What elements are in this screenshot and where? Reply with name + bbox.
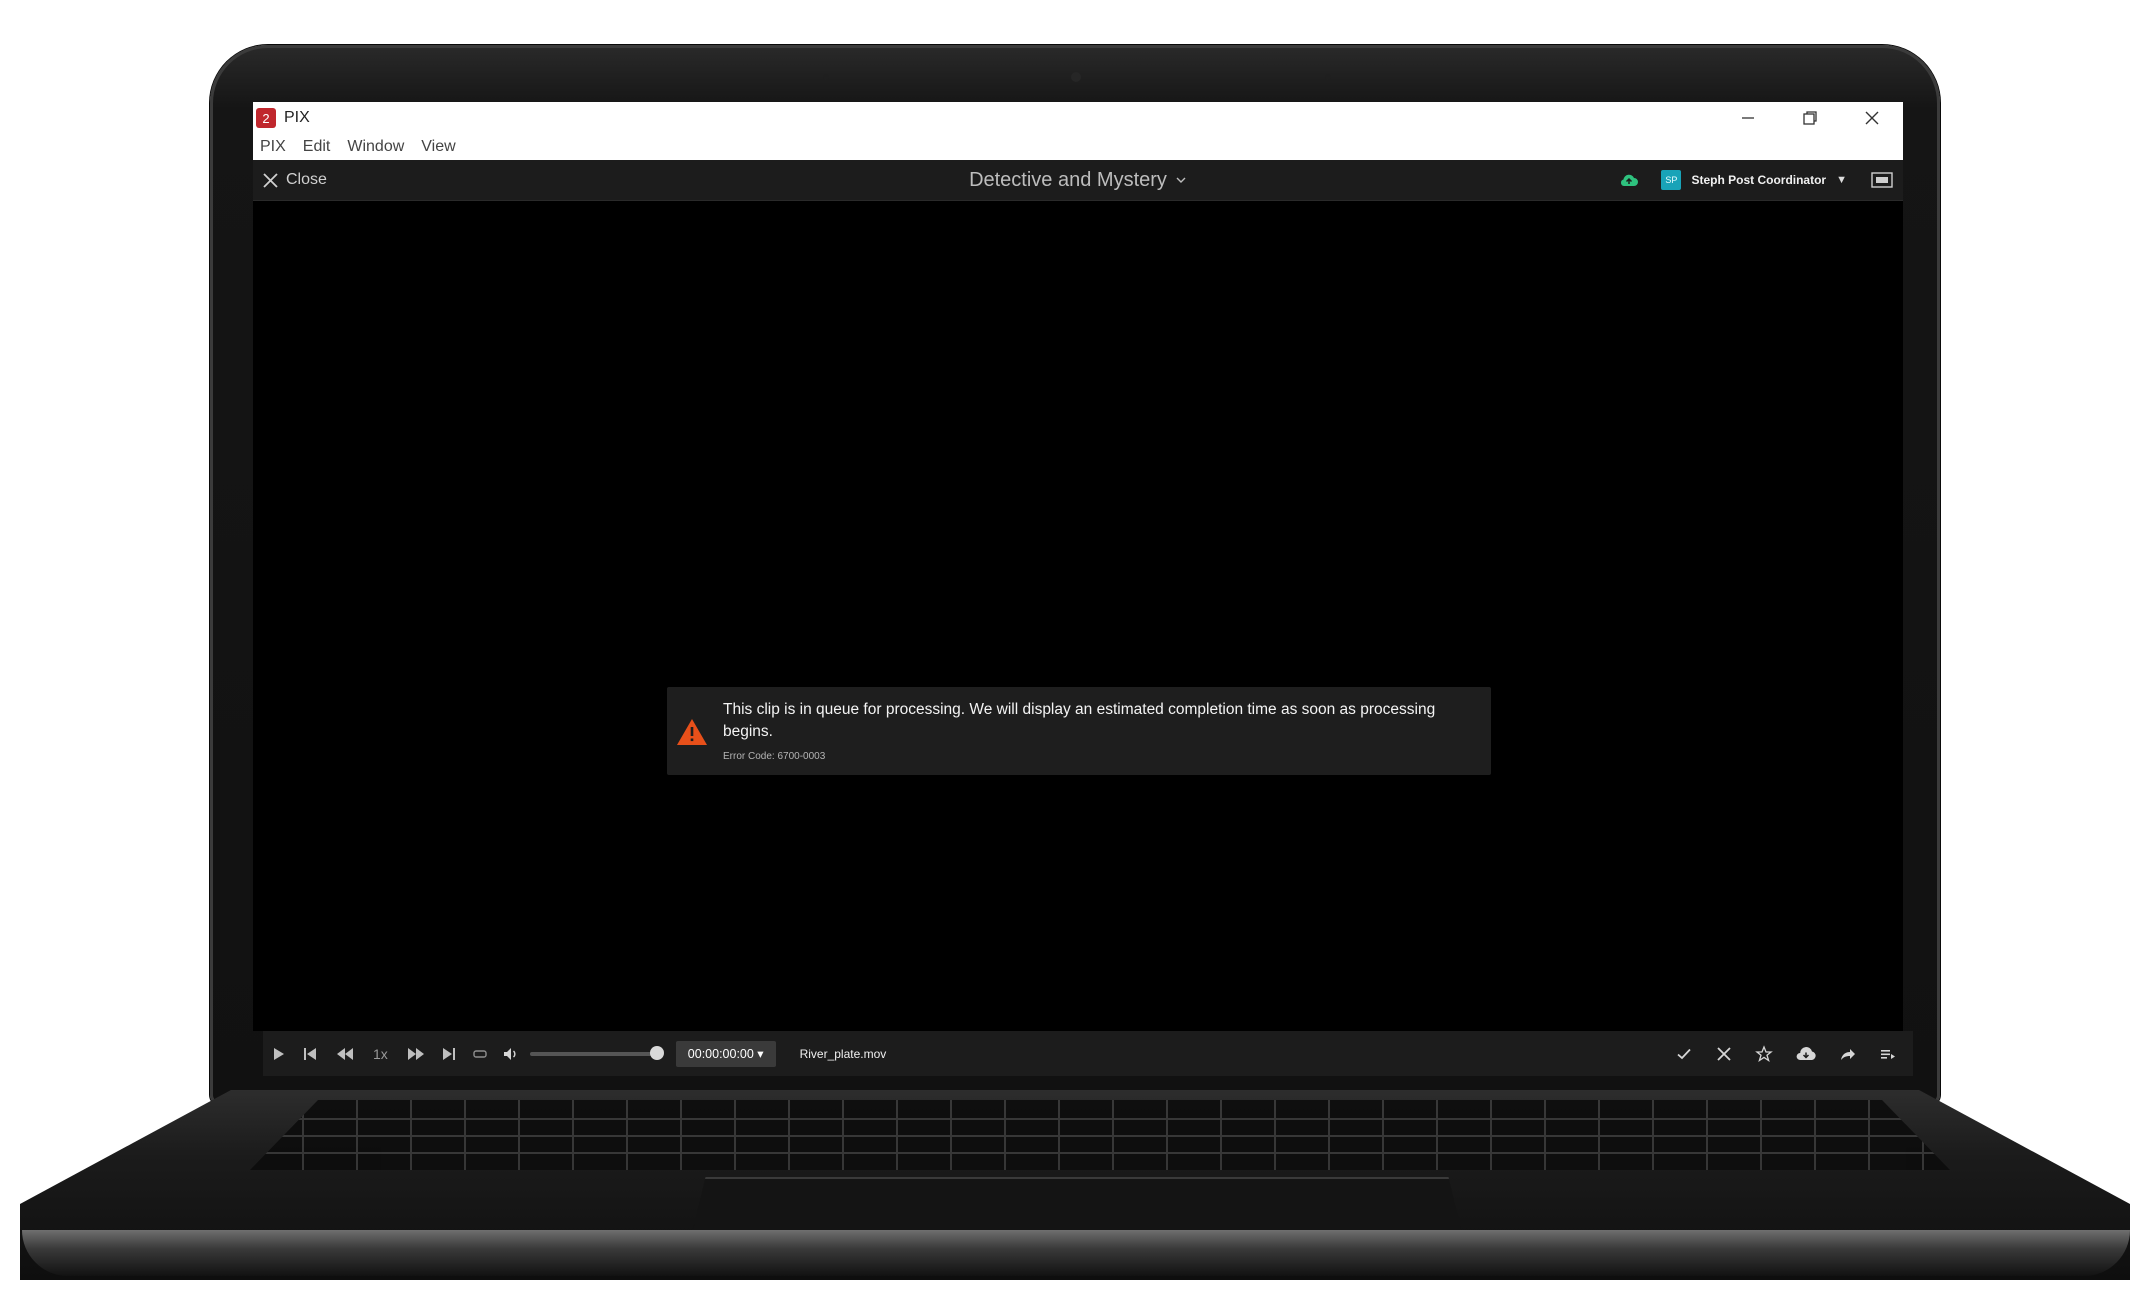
close-icon [263,172,278,188]
notice-message: This clip is in queue for processing. We… [723,701,1436,740]
step-back-icon [337,1047,353,1060]
title-bar: 2 PIX [253,102,1903,134]
playlist-button[interactable] [1879,1045,1897,1063]
star-button[interactable] [1755,1044,1773,1063]
minimize-button[interactable] [1717,102,1779,134]
volume-button[interactable] [502,1045,520,1063]
volume-slider-knob[interactable] [649,1045,664,1060]
window-controls [1717,102,1903,134]
app-icon: 2 [256,108,276,128]
chevron-down-icon[interactable] [1175,174,1187,186]
sensor-right [1325,74,1331,80]
menu-bar: PIX Edit Window View [253,134,1903,160]
review-actions [1653,1031,1897,1076]
app-window: 2 PIX PIX Edit Window View Close Detecti… [253,102,1903,1031]
star-icon [1755,1044,1773,1062]
reject-button[interactable] [1715,1045,1733,1063]
loop-button[interactable] [472,1046,488,1062]
cloud-sync-icon[interactable] [1619,172,1639,188]
error-code: Error Code: 6700-0003 [723,751,826,762]
loop-icon [473,1049,487,1058]
laptop-keyboard [250,1100,1950,1170]
playback-speed[interactable]: 1x [373,1046,388,1062]
step-back-button[interactable] [335,1045,355,1063]
timecode-selector[interactable]: 00:00:00:00 ▾ [675,1040,776,1067]
fullscreen-button[interactable] [1871,172,1893,188]
menu-window[interactable]: Window [347,138,404,156]
laptop-edge [22,1230,2130,1276]
webcam [1071,72,1081,82]
menu-edit[interactable]: Edit [303,138,331,156]
player-controls: 1x 00:00:00:00 ▾ River_plate.mov [263,1031,1913,1076]
user-name[interactable]: Steph Post Coordinator [1691,173,1826,187]
volume-icon [503,1047,516,1060]
processing-notice: This clip is in queue for processing. We… [667,687,1491,775]
step-forward-button[interactable] [406,1045,426,1063]
skip-end-icon [442,1047,455,1060]
sensor-left [823,74,829,80]
clip-name: River_plate.mov [799,1046,887,1061]
restore-button[interactable] [1779,102,1841,134]
user-menu-caret[interactable]: ▼ [1836,174,1847,186]
project-title[interactable]: Detective and Mystery [969,169,1167,192]
fullscreen-icon [1871,172,1893,188]
volume-slider[interactable] [529,1045,664,1060]
menu-pix[interactable]: PIX [260,138,286,156]
play-icon [274,1047,284,1060]
avatar[interactable]: SP [1661,170,1682,190]
step-forward-icon [407,1047,424,1060]
download-button[interactable] [1795,1045,1817,1063]
approve-check-icon [1677,1048,1691,1059]
playlist-icon [1881,1049,1895,1059]
share-arrow-icon [1841,1048,1855,1060]
app-title: PIX [284,109,310,126]
viewer-toolbar: Close Detective and Mystery SP Steph Pos… [253,160,1903,201]
skip-end-button[interactable] [440,1045,458,1063]
menu-view[interactable]: View [421,138,455,156]
warning-icon [677,719,707,745]
video-viewer[interactable]: This clip is in queue for processing. We… [253,201,1903,1031]
close-viewer-button[interactable]: Close [263,171,327,189]
reject-x-icon [1717,1046,1731,1061]
close-label: Close [286,171,327,188]
skip-start-icon [304,1047,316,1060]
download-cloud-icon [1796,1046,1816,1060]
restore-icon [1803,111,1817,125]
share-button[interactable] [1839,1045,1857,1063]
minimize-icon [1742,117,1754,119]
close-window-icon [1865,111,1879,125]
toolbar-right: SP Steph Post Coordinator ▼ [1619,160,1893,200]
skip-start-button[interactable] [301,1045,319,1063]
approve-button[interactable] [1675,1045,1693,1063]
play-button[interactable] [269,1045,287,1063]
close-window-button[interactable] [1841,102,1903,134]
